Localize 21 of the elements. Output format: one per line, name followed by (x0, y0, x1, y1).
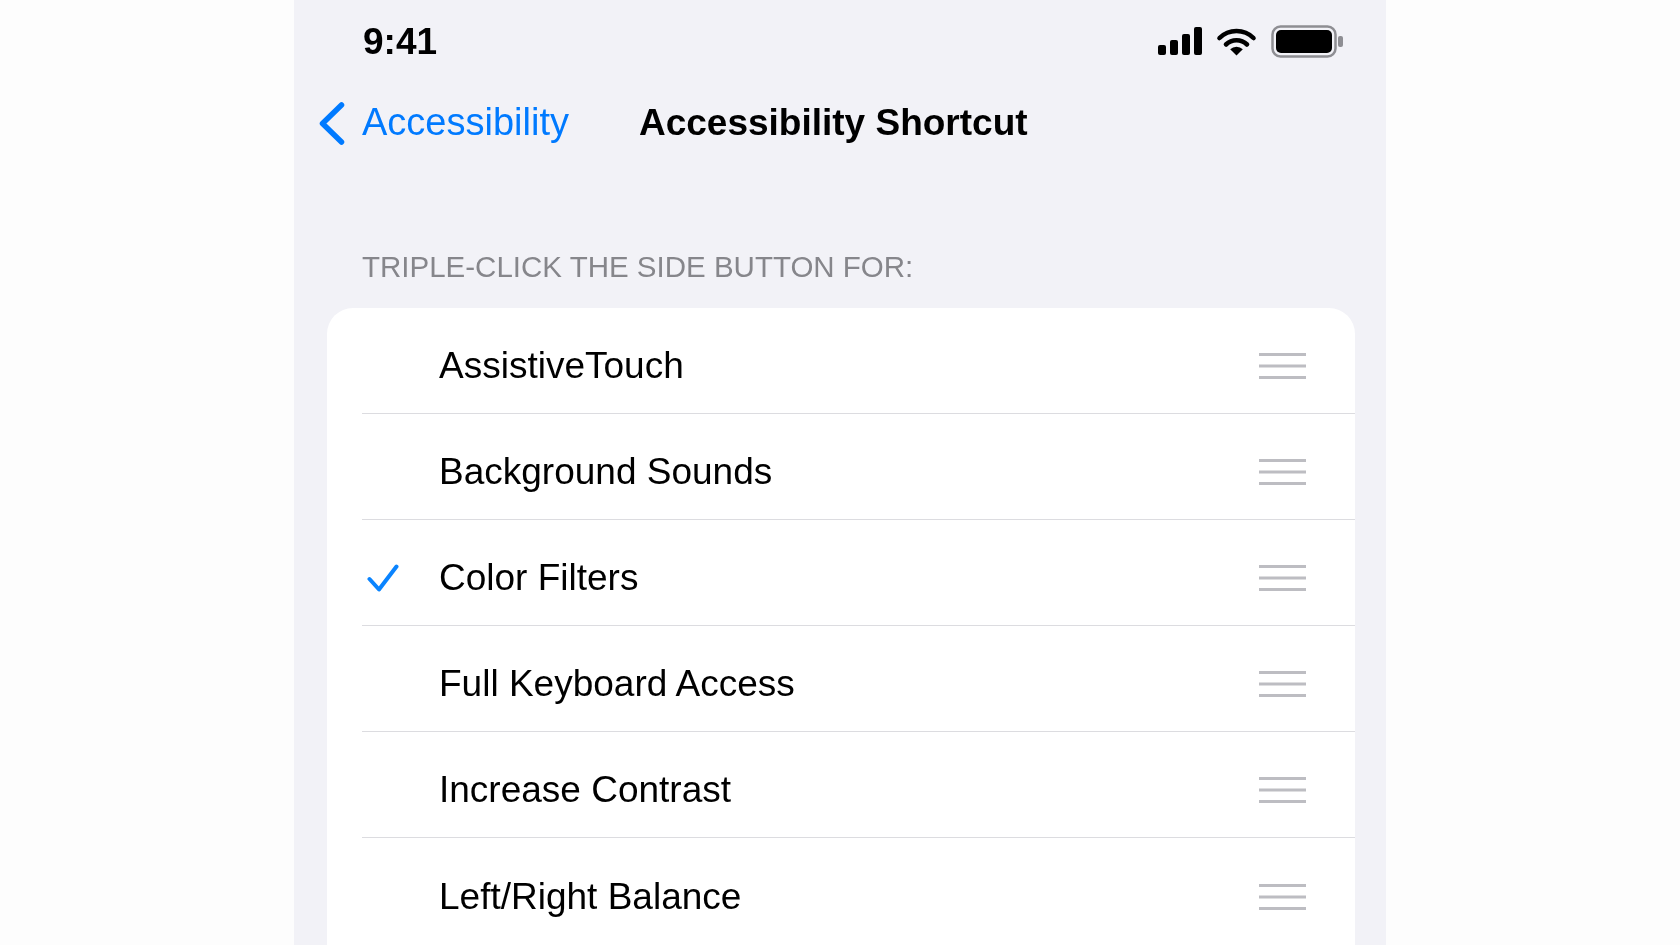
drag-handle-icon[interactable] (1259, 459, 1306, 485)
list-item[interactable]: Color Filters (327, 520, 1355, 626)
list-item[interactable]: Background Sounds (327, 414, 1355, 520)
wifi-icon (1216, 26, 1257, 56)
section-header: TRIPLE-CLICK THE SIDE BUTTON FOR: (362, 250, 914, 284)
status-time: 9:41 (363, 22, 438, 60)
checkmark-icon (367, 564, 399, 592)
list-item[interactable]: Left/Right Balance (327, 838, 1355, 944)
battery-icon (1271, 24, 1343, 58)
list-item[interactable]: Increase Contrast (327, 732, 1355, 838)
list-item[interactable]: Full Keyboard Access (327, 626, 1355, 732)
signal-icon (1158, 27, 1202, 55)
chevron-left-icon (319, 101, 345, 145)
back-button[interactable]: Accessibility (319, 101, 569, 145)
drag-handle-icon[interactable] (1259, 565, 1306, 591)
drag-handle-icon[interactable] (1259, 671, 1306, 697)
nav-title: Accessibility Shortcut (638, 102, 1028, 144)
drag-handle-icon[interactable] (1259, 777, 1306, 803)
list-item[interactable]: AssistiveTouch (327, 308, 1355, 414)
drag-handle-icon[interactable] (1259, 353, 1306, 379)
drag-handle-icon[interactable] (1259, 883, 1306, 910)
